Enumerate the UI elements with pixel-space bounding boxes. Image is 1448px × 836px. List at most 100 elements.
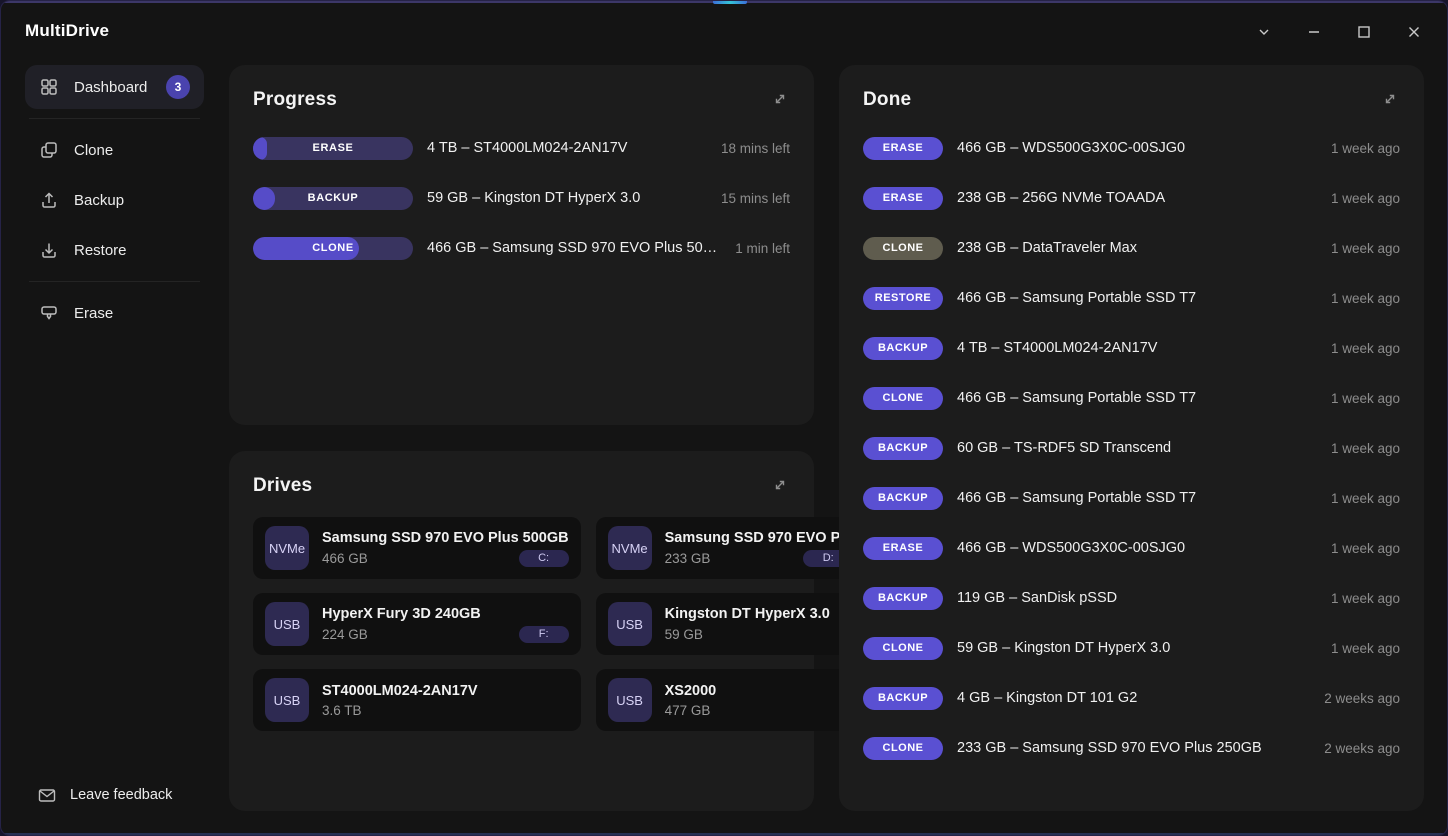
- operation-badge: ERASE: [863, 187, 943, 210]
- sidebar-divider: [29, 281, 200, 282]
- close-button[interactable]: [1399, 17, 1429, 47]
- operation-badge: BACKUP: [863, 587, 943, 610]
- operation-badge: CLONE: [863, 387, 943, 410]
- minimize-icon: [1305, 23, 1323, 41]
- progress-task-row: ERASE 4 TB – ST4000LM024-2AN17V 18 mins …: [253, 123, 790, 173]
- done-item-row: CLONE 59 GB – Kingston DT HyperX 3.0 1 w…: [863, 623, 1400, 673]
- progress-panel-title: Progress: [253, 89, 337, 111]
- done-expand-button[interactable]: [1376, 85, 1404, 113]
- drive-size: 466 GB: [322, 551, 511, 566]
- leave-feedback-button[interactable]: Leave feedback: [37, 785, 172, 805]
- operation-badge: CLONE: [863, 237, 943, 260]
- done-time-label: 1 week ago: [1331, 291, 1400, 306]
- drive-name: HyperX Fury 3D 240GB: [322, 606, 569, 622]
- progress-expand-button[interactable]: [766, 85, 794, 113]
- drive-size: 224 GB: [322, 627, 511, 642]
- done-item-row: CLONE 233 GB – Samsung SSD 970 EVO Plus …: [863, 723, 1400, 773]
- drive-size: 233 GB: [665, 551, 796, 566]
- expand-icon: [1380, 89, 1400, 109]
- task-drive-label: 59 GB – Kingston DT HyperX 3.0: [427, 190, 711, 206]
- drives-expand-button[interactable]: [766, 471, 794, 499]
- done-drive-label: 466 GB – WDS500G3X0C-00SJG0: [957, 540, 1321, 556]
- drive-info: ST4000LM024-2AN17V 3.6 TB: [322, 683, 569, 718]
- done-time-label: 1 week ago: [1331, 391, 1400, 406]
- restore-download-icon: [39, 240, 59, 260]
- dashboard-icon: [39, 77, 59, 97]
- progress-bar: ERASE: [253, 137, 413, 160]
- sidebar-item-label: Dashboard: [74, 79, 147, 96]
- operation-label: ERASE: [253, 137, 413, 160]
- progress-bar: BACKUP: [253, 187, 413, 210]
- done-item-row: RESTORE 466 GB – Samsung Portable SSD T7…: [863, 273, 1400, 323]
- progress-list: ERASE 4 TB – ST4000LM024-2AN17V 18 mins …: [253, 123, 790, 273]
- done-item-row: BACKUP 4 TB – ST4000LM024-2AN17V 1 week …: [863, 323, 1400, 373]
- drive-info: Samsung SSD 970 EVO Plus 500GB 466 GB C:: [322, 530, 569, 567]
- operation-badge: ERASE: [863, 137, 943, 160]
- sidebar-item-label: Clone: [74, 142, 113, 159]
- drive-name: Samsung SSD 970 EVO Plus 500GB: [322, 530, 569, 546]
- drive-letters: F:: [511, 626, 569, 643]
- done-item-row: BACKUP 119 GB – SanDisk pSSD 1 week ago: [863, 573, 1400, 623]
- sidebar-item-clone[interactable]: Clone: [25, 128, 204, 172]
- drives-panel-title: Drives: [253, 475, 312, 497]
- task-time-left: 1 min left: [735, 241, 790, 256]
- sidebar-divider: [29, 118, 200, 119]
- progress-panel: Progress ERASE 4 TB – ST4000LM024-2AN17V…: [229, 65, 814, 425]
- done-item-row: BACKUP 466 GB – Samsung Portable SSD T7 …: [863, 473, 1400, 523]
- task-drive-label: 466 GB – Samsung SSD 970 EVO Plus 500GB: [427, 240, 725, 256]
- done-drive-label: 4 GB – Kingston DT 101 G2: [957, 690, 1314, 706]
- done-panel: Done ERASE 466 GB – WDS500G3X0C-00SJG0 1…: [839, 65, 1424, 811]
- drives-panel: Drives NVMe Samsung SSD 970 EVO Plus 500…: [229, 451, 814, 811]
- done-time-label: 2 weeks ago: [1324, 741, 1400, 756]
- sidebar-item-label: Backup: [74, 192, 124, 209]
- drive-type-badge: USB: [608, 678, 652, 722]
- drive-meta: 3.6 TB: [322, 703, 569, 718]
- done-time-label: 1 week ago: [1331, 341, 1400, 356]
- expand-icon: [770, 89, 790, 109]
- done-drive-label: 59 GB – Kingston DT HyperX 3.0: [957, 640, 1321, 656]
- done-drive-label: 466 GB – Samsung Portable SSD T7: [957, 290, 1321, 306]
- drive-card[interactable]: NVMe Samsung SSD 970 EVO Plus 500GB 466 …: [253, 517, 581, 579]
- sidebar-item-label: Erase: [74, 305, 113, 322]
- done-drive-label: 60 GB – TS-RDF5 SD Transcend: [957, 440, 1321, 456]
- drive-card[interactable]: USB ST4000LM024-2AN17V 3.6 TB: [253, 669, 581, 731]
- sidebar-item-backup[interactable]: Backup: [25, 178, 204, 222]
- maximize-button[interactable]: [1349, 17, 1379, 47]
- desktop: MultiDrive Dashboard 3: [0, 0, 1448, 836]
- operation-badge: CLONE: [863, 637, 943, 660]
- window-controls: [1249, 17, 1429, 47]
- drive-grid: NVMe Samsung SSD 970 EVO Plus 500GB 466 …: [253, 517, 790, 731]
- sidebar-item-restore[interactable]: Restore: [25, 228, 204, 272]
- sidebar-item-dashboard[interactable]: Dashboard 3: [25, 65, 204, 109]
- done-panel-title: Done: [863, 89, 911, 111]
- drive-card[interactable]: USB HyperX Fury 3D 240GB 224 GB F:: [253, 593, 581, 655]
- done-drive-label: 119 GB – SanDisk pSSD: [957, 590, 1321, 606]
- sidebar-item-erase[interactable]: Erase: [25, 291, 204, 335]
- dashboard-badge: 3: [166, 75, 190, 99]
- done-item-row: ERASE 466 GB – WDS500G3X0C-00SJG0 1 week…: [863, 523, 1400, 573]
- done-time-label: 1 week ago: [1331, 241, 1400, 256]
- done-item-row: CLONE 238 GB – DataTraveler Max 1 week a…: [863, 223, 1400, 273]
- maximize-icon: [1355, 23, 1373, 41]
- drive-type-badge: NVMe: [608, 526, 652, 570]
- drive-info: HyperX Fury 3D 240GB 224 GB F:: [322, 606, 569, 643]
- drive-letter-pill: C:: [519, 550, 569, 567]
- envelope-icon: [37, 785, 57, 805]
- minimize-button[interactable]: [1299, 17, 1329, 47]
- done-drive-label: 466 GB – Samsung Portable SSD T7: [957, 390, 1321, 406]
- task-drive-label: 4 TB – ST4000LM024-2AN17V: [427, 140, 711, 156]
- app-title: MultiDrive: [25, 21, 109, 41]
- done-time-label: 1 week ago: [1331, 541, 1400, 556]
- done-time-label: 1 week ago: [1331, 191, 1400, 206]
- close-icon: [1405, 23, 1423, 41]
- drive-type-badge: NVMe: [265, 526, 309, 570]
- done-item-row: BACKUP 60 GB – TS-RDF5 SD Transcend 1 we…: [863, 423, 1400, 473]
- task-time-left: 18 mins left: [721, 141, 790, 156]
- drive-type-badge: USB: [265, 602, 309, 646]
- window-menu-button[interactable]: [1249, 17, 1279, 47]
- done-time-label: 1 week ago: [1331, 441, 1400, 456]
- done-time-label: 2 weeks ago: [1324, 691, 1400, 706]
- done-drive-label: 238 GB – DataTraveler Max: [957, 240, 1321, 256]
- done-item-row: ERASE 238 GB – 256G NVMe TOAADA 1 week a…: [863, 173, 1400, 223]
- operation-badge: BACKUP: [863, 437, 943, 460]
